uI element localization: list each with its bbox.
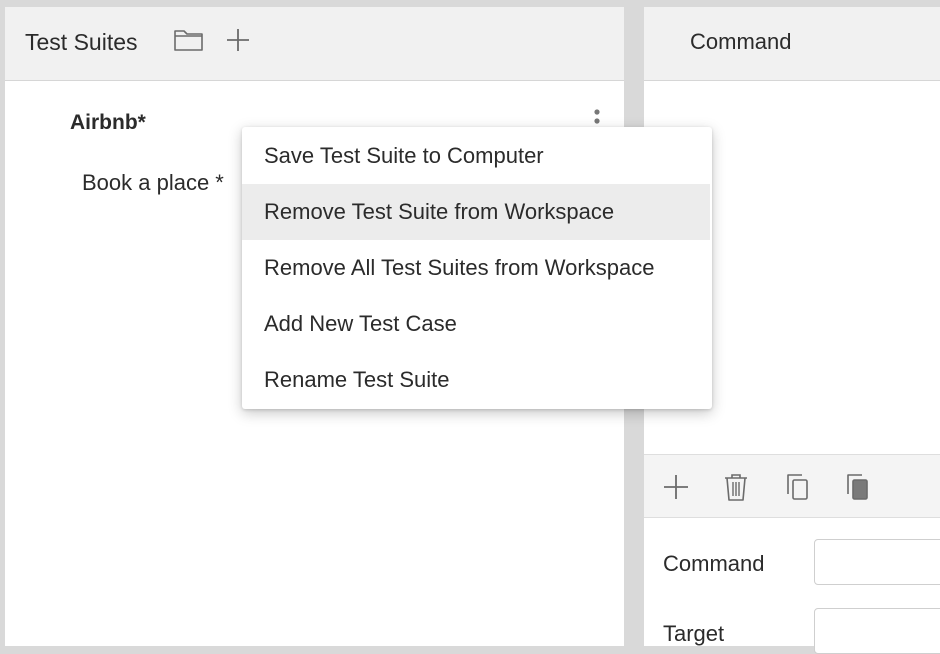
folder-icon[interactable]	[173, 28, 205, 52]
menu-item-remove-all-suites[interactable]: Remove All Test Suites from Workspace	[242, 240, 712, 296]
menu-item-save-suite[interactable]: Save Test Suite to Computer	[242, 128, 712, 184]
target-input[interactable]	[814, 608, 940, 654]
test-case-item[interactable]: Book a place *	[82, 170, 224, 196]
context-menu: Save Test Suite to Computer Remove Test …	[242, 127, 712, 409]
trash-icon[interactable]	[722, 472, 750, 502]
test-suites-header: Test Suites	[5, 7, 624, 81]
command-toolbar	[644, 454, 940, 518]
command-column-header: Command	[690, 29, 792, 54]
plus-icon[interactable]	[662, 472, 690, 502]
command-input[interactable]	[814, 539, 940, 585]
menu-item-remove-suite[interactable]: Remove Test Suite from Workspace	[242, 184, 710, 240]
paste-icon[interactable]	[844, 472, 872, 502]
command-header: Command	[644, 7, 940, 81]
target-label: Target	[663, 621, 725, 646]
menu-item-add-test-case[interactable]: Add New Test Case	[242, 296, 712, 352]
copy-icon[interactable]	[784, 472, 812, 502]
test-suite-name: Airbnb*	[70, 111, 146, 134]
menu-item-rename-suite[interactable]: Rename Test Suite	[242, 352, 712, 408]
command-label: Command	[663, 551, 765, 576]
panel-title: Test Suites	[25, 29, 138, 55]
plus-icon[interactable]	[225, 27, 251, 53]
